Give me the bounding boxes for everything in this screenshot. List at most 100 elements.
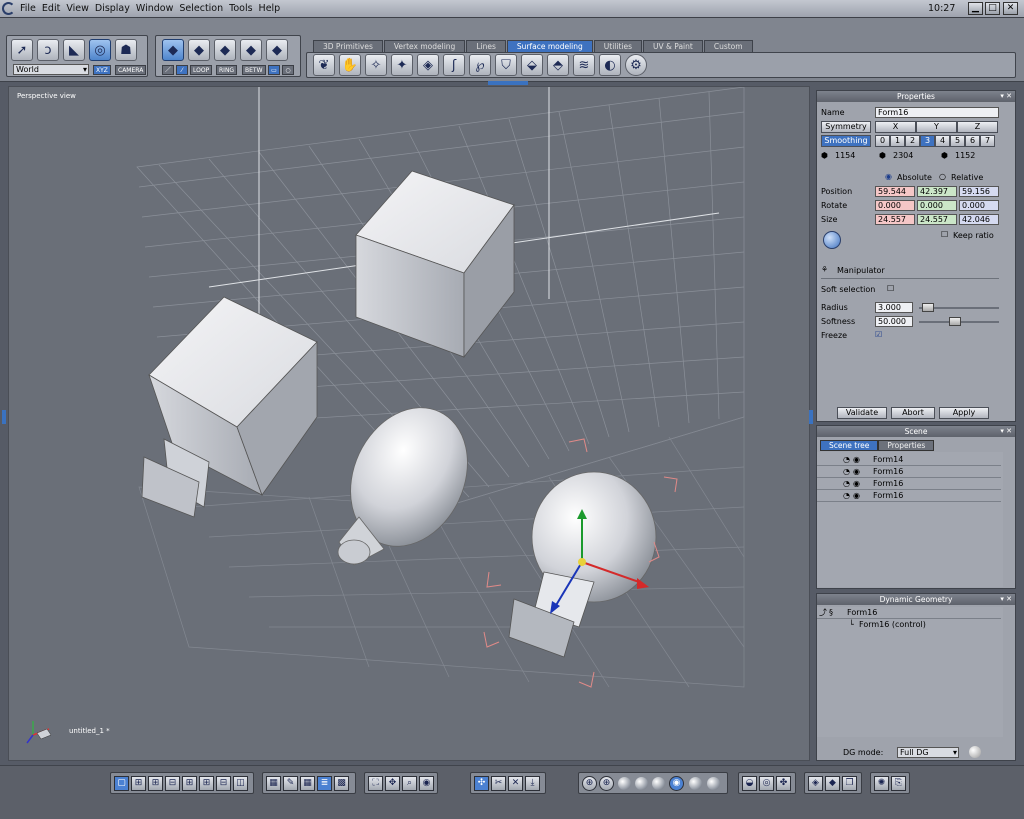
- ghost-select-icon[interactable]: ☗: [115, 39, 137, 61]
- lasso-select-icon[interactable]: ↄ: [37, 39, 59, 61]
- rotate-x[interactable]: 0.000: [875, 200, 915, 211]
- material-ring-icon[interactable]: ◎: [759, 776, 774, 791]
- radius-slider[interactable]: [919, 303, 999, 312]
- tab-scene-properties[interactable]: Properties: [878, 440, 935, 451]
- tab-utilities[interactable]: Utilities: [593, 40, 643, 52]
- ring-button[interactable]: RING: [216, 65, 238, 75]
- twist-tool-icon[interactable]: ✦: [391, 54, 413, 76]
- abort-button[interactable]: Abort: [891, 407, 935, 419]
- sym-x-button[interactable]: X: [875, 121, 916, 133]
- between-button[interactable]: BETW: [242, 65, 266, 75]
- perspective-viewport[interactable]: Perspective view untitled_1 *: [8, 86, 810, 761]
- sculpt-tool-icon[interactable]: ❦: [313, 54, 335, 76]
- taper-tool-icon[interactable]: ʃ: [443, 54, 465, 76]
- tab-3d-primitives[interactable]: 3D Primitives: [313, 40, 383, 52]
- gloss-sphere-icon[interactable]: [707, 777, 720, 790]
- lock-icon[interactable]: ◔: [843, 478, 850, 489]
- sym-y-button[interactable]: Y: [916, 121, 957, 133]
- maximize-button[interactable]: □: [985, 2, 1000, 15]
- layout-split-c-icon[interactable]: ⊞: [182, 776, 197, 791]
- smooth-level-4[interactable]: 4: [935, 135, 950, 147]
- soft-selection-checkbox[interactable]: ☐: [887, 284, 894, 293]
- radius-slider-handle[interactable]: [922, 303, 934, 312]
- shield-tool-icon[interactable]: ⛉: [495, 54, 517, 76]
- shaded-sphere-icon[interactable]: ◉: [669, 776, 684, 791]
- slice-tool-icon[interactable]: ≋: [573, 54, 595, 76]
- smooth-level-6[interactable]: 6: [965, 135, 980, 147]
- dg-update-icon[interactable]: [969, 746, 981, 758]
- paint-icon[interactable]: ✎: [283, 776, 298, 791]
- tab-vertex-modeling[interactable]: Vertex modeling: [383, 40, 466, 52]
- softness-slider[interactable]: [919, 317, 999, 326]
- menu-selection[interactable]: Selection: [179, 3, 223, 14]
- push-pull-icon[interactable]: ✋: [339, 54, 361, 76]
- tab-custom[interactable]: Custom: [703, 40, 753, 52]
- color-grid-icon[interactable]: ▦: [300, 776, 315, 791]
- smooth-level-2[interactable]: 2: [905, 135, 920, 147]
- bend-tool-icon[interactable]: ◈: [417, 54, 439, 76]
- rotate-y[interactable]: 0.000: [917, 200, 957, 211]
- tab-uv-paint[interactable]: UV & Paint: [643, 40, 703, 52]
- rect-select-icon[interactable]: ▭: [268, 65, 280, 75]
- loop-button[interactable]: LOOP: [190, 65, 213, 75]
- eye-icon[interactable]: ◉: [853, 478, 860, 489]
- mixed-mode-cube-icon[interactable]: ◆: [266, 39, 288, 61]
- menu-display[interactable]: Display: [95, 3, 130, 14]
- gear-icon[interactable]: [823, 231, 841, 249]
- menu-help[interactable]: Help: [259, 3, 281, 14]
- panel-close-icon[interactable]: ▾ ✕: [1000, 426, 1012, 437]
- sym-z-button[interactable]: Z: [957, 121, 998, 133]
- frame-all-icon[interactable]: ⛶: [368, 776, 383, 791]
- position-y[interactable]: 42.397: [917, 186, 957, 197]
- panel-close-icon[interactable]: ▾ ✕: [1000, 91, 1012, 102]
- menu-edit[interactable]: Edit: [42, 3, 60, 14]
- object-hide-icon[interactable]: ◈: [808, 776, 823, 791]
- vertex-mode-cube-icon[interactable]: ◆: [240, 39, 262, 61]
- apply-button[interactable]: Apply: [939, 407, 989, 419]
- eye-icon[interactable]: ◉: [419, 776, 434, 791]
- right-collapse-handle[interactable]: [809, 410, 813, 424]
- lock-icon[interactable]: ◔: [843, 466, 850, 477]
- smooth-level-5[interactable]: 5: [950, 135, 965, 147]
- freeze-checkbox[interactable]: ☑: [875, 330, 882, 339]
- snap-icon[interactable]: ⤓: [525, 776, 540, 791]
- space-select[interactable]: World ▾: [13, 64, 89, 75]
- render-sphere-icon[interactable]: [689, 777, 702, 790]
- edge-loop-icon[interactable]: ⁄: [176, 65, 188, 75]
- absolute-radio[interactable]: ◉: [885, 172, 892, 181]
- eye-icon[interactable]: ◉: [853, 454, 860, 465]
- symmetry-button[interactable]: Symmetry: [821, 121, 871, 133]
- render-icon[interactable]: ✺: [874, 776, 889, 791]
- list-item[interactable]: └ Form16 (control): [817, 619, 1001, 631]
- list-item[interactable]: ◔ ◉ Form16: [817, 478, 1001, 490]
- edge-mode-cube-icon[interactable]: ◆: [214, 39, 236, 61]
- menu-view[interactable]: View: [66, 3, 89, 14]
- close-button[interactable]: ✕: [1003, 2, 1018, 15]
- left-collapse-handle[interactable]: [2, 410, 6, 424]
- eye-icon[interactable]: ◉: [853, 466, 860, 477]
- smooth-sphere-icon[interactable]: [652, 777, 665, 790]
- face-mode-cube-icon[interactable]: ◆: [188, 39, 210, 61]
- globe-icon[interactable]: ⊕: [582, 776, 597, 791]
- list-item[interactable]: ◔ ◉ Form16: [817, 466, 1001, 478]
- magic-select-icon[interactable]: ◎: [89, 39, 111, 61]
- pan-icon[interactable]: ✥: [385, 776, 400, 791]
- texture-icon[interactable]: ▩: [334, 776, 349, 791]
- menu-window[interactable]: Window: [136, 3, 173, 14]
- size-x[interactable]: 24.557: [875, 214, 915, 225]
- layout-quad-icon[interactable]: ⊞: [131, 776, 146, 791]
- tab-surface-modeling[interactable]: Surface modeling: [506, 40, 593, 52]
- dg-mode-select[interactable]: Full DG ▾: [897, 747, 959, 758]
- scissors-icon[interactable]: ✂: [491, 776, 506, 791]
- smooth-level-7[interactable]: 7: [980, 135, 995, 147]
- object-copy-icon[interactable]: ❐: [842, 776, 857, 791]
- layout-single-icon[interactable]: ▢: [114, 776, 129, 791]
- grid-toggle-icon[interactable]: ▦: [266, 776, 281, 791]
- size-y[interactable]: 24.557: [917, 214, 957, 225]
- mirror-tool-icon[interactable]: ◐: [599, 54, 621, 76]
- cube-form-back[interactable]: [355, 170, 515, 359]
- camera-icon[interactable]: ⎘: [891, 776, 906, 791]
- radius-field[interactable]: 3.000: [875, 302, 913, 313]
- name-field[interactable]: Form16: [875, 107, 999, 118]
- layout-vertical-icon[interactable]: ◫: [233, 776, 248, 791]
